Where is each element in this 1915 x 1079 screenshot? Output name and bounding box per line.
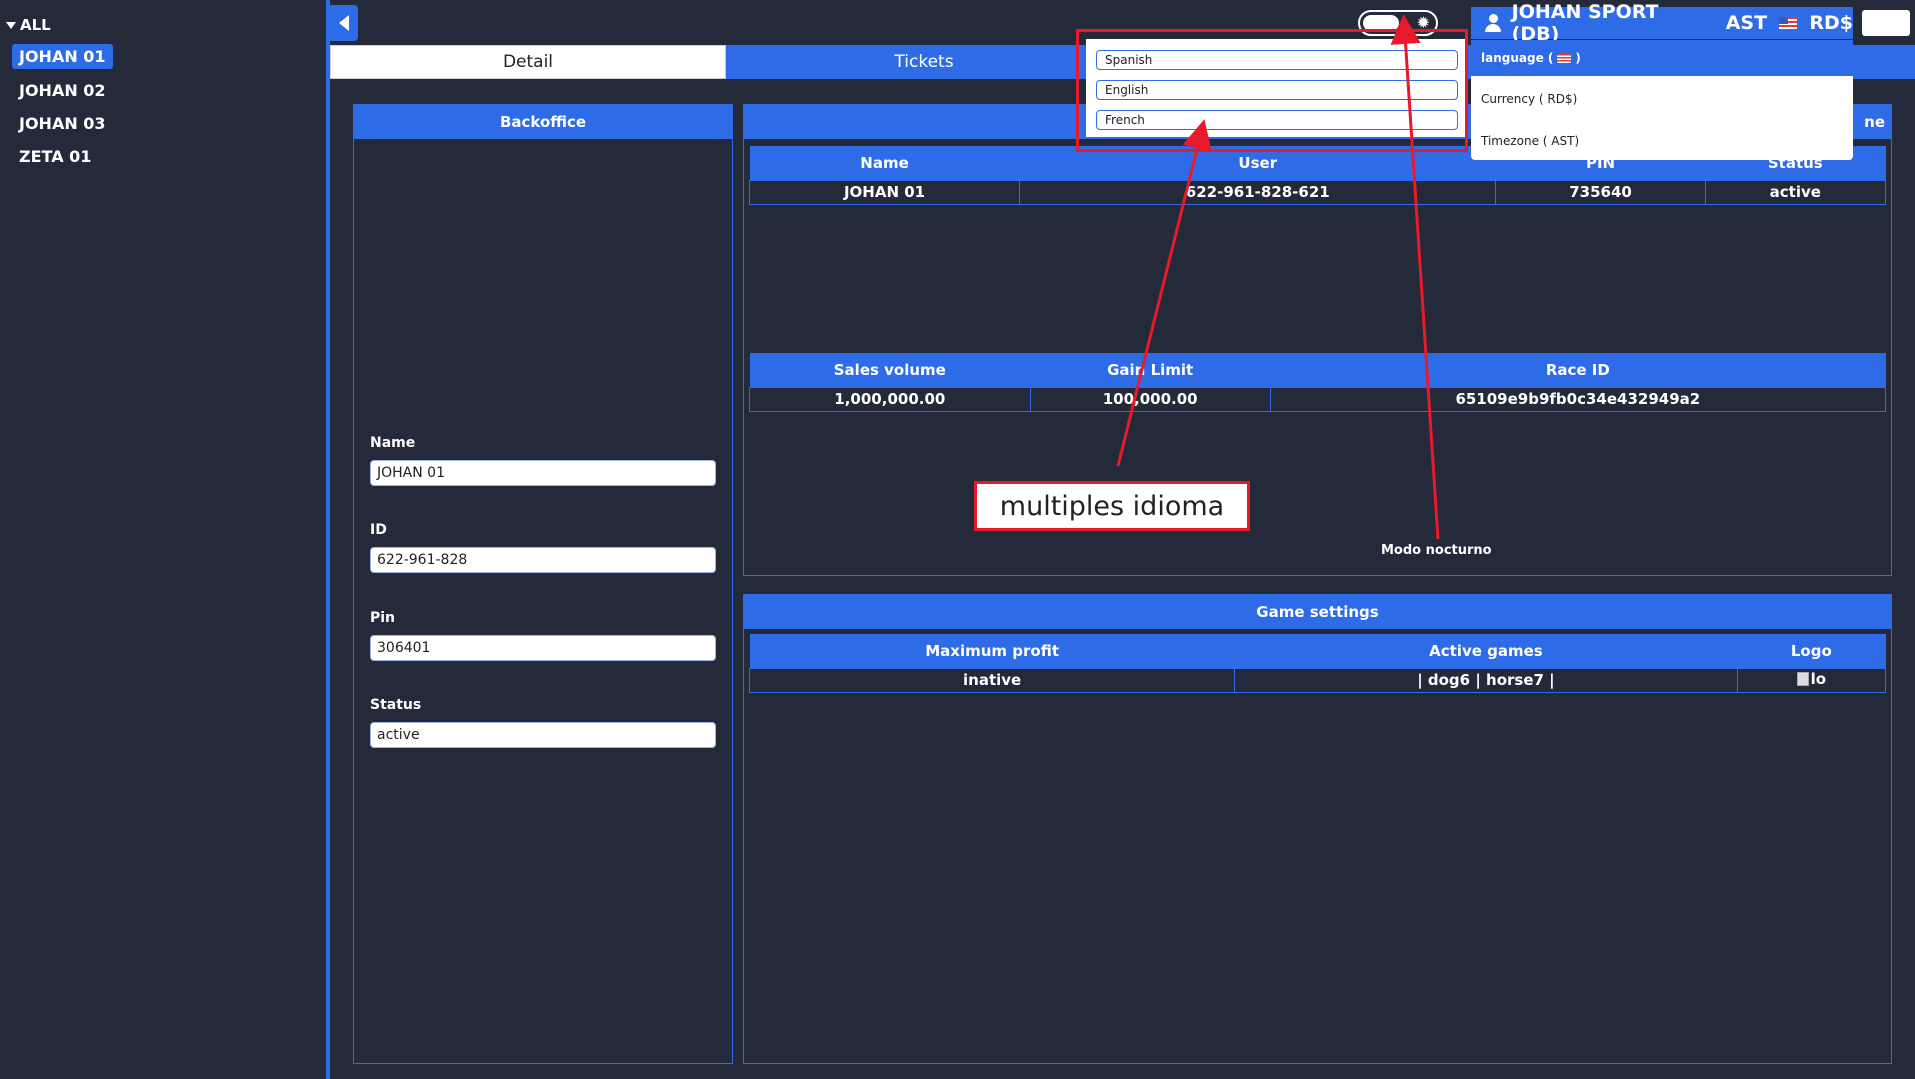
cell-pin: 735640 bbox=[1495, 179, 1706, 205]
limits-table: Sales volume Gain Limit Race ID 1,000,00… bbox=[749, 353, 1887, 412]
cell-gain-limit: 100,000.00 bbox=[1029, 386, 1271, 412]
us-flag-icon bbox=[1557, 53, 1572, 63]
name-label: Name bbox=[370, 435, 416, 451]
cell-user: 622-961-828-621 bbox=[1019, 179, 1497, 205]
night-mode-annotation: Modo nocturno bbox=[1381, 543, 1492, 558]
game-settings-panel: Game settings Maximum profit Active game… bbox=[743, 594, 1892, 1064]
user-name: JOHAN SPORT (DB) bbox=[1511, 1, 1659, 45]
language-menu-label: language ( bbox=[1481, 51, 1554, 65]
id-label: ID bbox=[370, 522, 387, 538]
game-settings-title: Game settings bbox=[744, 595, 1891, 629]
cell-maximum-profit: inative bbox=[748, 667, 1236, 693]
column-header-active-games: Active games bbox=[1234, 634, 1738, 668]
cell-active-games: | dog6 | horse7 | bbox=[1234, 667, 1738, 693]
sidebar-divider bbox=[326, 0, 330, 1079]
language-menu-suffix: ) bbox=[1575, 51, 1581, 65]
sidebar: ALL JOHAN 01 JOHAN 02 JOHAN 03 ZETA 01 bbox=[0, 0, 326, 1079]
column-header-gain-limit: Gain Limit bbox=[1030, 353, 1271, 387]
tree-root[interactable]: ALL bbox=[6, 16, 51, 34]
table-row: JOHAN 01 622-961-828-621 735640 active bbox=[748, 179, 1887, 205]
caret-down-icon[interactable] bbox=[6, 21, 16, 29]
sidebar-item-zeta-01[interactable]: ZETA 01 bbox=[12, 144, 98, 169]
info-panel: ne Name User PIN Status JOHAN 01 622-961… bbox=[743, 104, 1892, 576]
logo-alt-text: lo bbox=[1810, 670, 1827, 688]
languages-annotation: multiples idioma bbox=[974, 481, 1250, 531]
cell-name: JOHAN 01 bbox=[748, 179, 1021, 205]
backoffice-title: Backoffice bbox=[354, 105, 732, 139]
timezone-indicator: AST bbox=[1725, 12, 1768, 34]
column-header-sales-volume: Sales volume bbox=[749, 353, 1031, 387]
timezone-menu-item[interactable]: Timezone ( AST) bbox=[1481, 134, 1579, 148]
table-header-row: Sales volume Gain Limit Race ID bbox=[749, 353, 1886, 387]
cell-logo: lo bbox=[1736, 667, 1887, 693]
broken-image-icon bbox=[1796, 672, 1809, 686]
collapse-sidebar-button[interactable] bbox=[330, 5, 358, 41]
table-row: 1,000,000.00 100,000.00 65109e9b9fb0c34e… bbox=[749, 386, 1887, 412]
name-field[interactable]: JOHAN 01 bbox=[370, 460, 716, 486]
table-header-row: Maximum profit Active games Logo bbox=[749, 634, 1886, 668]
sidebar-item-johan-01[interactable]: JOHAN 01 bbox=[12, 44, 113, 69]
status-label: Status bbox=[370, 697, 422, 713]
us-flag-icon bbox=[1779, 16, 1798, 30]
table-row: inative | dog6 | horse7 | lo bbox=[748, 667, 1887, 693]
status-field[interactable]: active bbox=[370, 722, 716, 748]
language-menu-item[interactable]: language ( ) bbox=[1471, 40, 1853, 76]
tree-root-label: ALL bbox=[20, 16, 51, 34]
currency-menu-item[interactable]: Currency ( RD$) bbox=[1481, 92, 1577, 106]
logo-image: lo bbox=[1796, 670, 1827, 688]
column-header-maximum-profit: Maximum profit bbox=[749, 634, 1235, 668]
game-settings-table: Maximum profit Active games Logo inative… bbox=[748, 634, 1887, 693]
backoffice-panel: Backoffice Name JOHAN 01 ID 622-961-828 … bbox=[353, 104, 733, 1064]
id-field[interactable]: 622-961-828 bbox=[370, 547, 716, 573]
sidebar-item-johan-02[interactable]: JOHAN 02 bbox=[12, 78, 113, 103]
sidebar-item-johan-03[interactable]: JOHAN 03 bbox=[12, 111, 113, 136]
cell-status: active bbox=[1704, 179, 1887, 205]
language-highlight-box bbox=[1076, 29, 1468, 152]
column-header-name: Name bbox=[749, 146, 1020, 180]
currency-indicator: RD$ bbox=[1809, 12, 1853, 34]
cell-sales-volume: 1,000,000.00 bbox=[749, 386, 1031, 412]
settings-dropdown: language ( ) Currency ( RD$) Timezone ( … bbox=[1471, 40, 1853, 160]
pin-label: Pin bbox=[370, 610, 396, 626]
column-header-race-id: Race ID bbox=[1270, 353, 1886, 387]
tab-detail[interactable]: Detail bbox=[330, 45, 726, 79]
user-menu-button[interactable]: JOHAN SPORT (DB) AST RD$ bbox=[1471, 1, 1853, 45]
pin-field[interactable]: 306401 bbox=[370, 635, 716, 661]
cell-race-id: 65109e9b9fb0c34e432949a2 bbox=[1269, 386, 1887, 412]
tab-tickets[interactable]: Tickets bbox=[726, 45, 1122, 79]
chevron-left-icon bbox=[339, 15, 349, 31]
user-icon bbox=[1485, 14, 1501, 32]
column-header-logo: Logo bbox=[1737, 634, 1886, 668]
info-panel-title-tail: ne bbox=[1864, 113, 1885, 131]
header-extra-button[interactable] bbox=[1862, 10, 1910, 36]
